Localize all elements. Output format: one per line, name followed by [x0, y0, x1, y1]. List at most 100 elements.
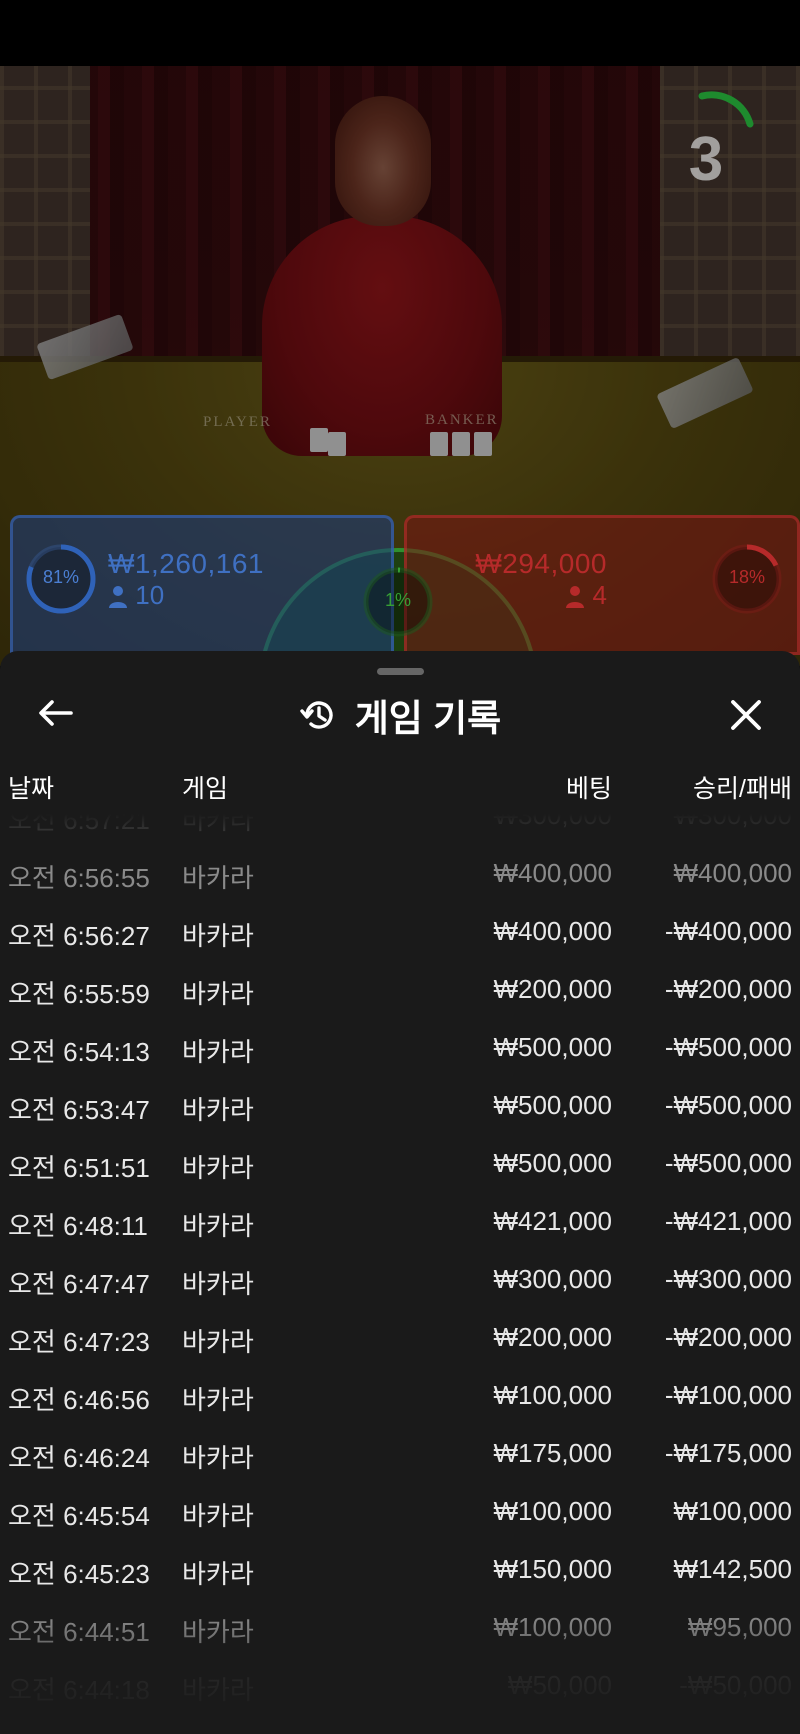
- history-result: -₩175,000: [664, 1438, 792, 1468]
- history-bet: ₩300,000: [493, 1264, 612, 1294]
- history-bet: ₩200,000: [493, 974, 612, 1004]
- player-bettor-count: 10: [108, 580, 164, 611]
- history-result: -₩500,000: [664, 1032, 792, 1062]
- history-game: 바카라: [182, 863, 254, 893]
- tie-percent-ring: 1%: [362, 566, 434, 638]
- history-result: -₩100,000: [664, 1380, 792, 1410]
- player-percent: 81%: [42, 567, 80, 587]
- history-result: -₩500,000: [664, 1090, 792, 1120]
- history-game: 바카라: [182, 1327, 254, 1357]
- drag-handle[interactable]: [377, 668, 424, 675]
- history-bet: ₩100,000: [493, 1380, 612, 1410]
- history-game: 바카라: [182, 1559, 254, 1589]
- banker-bet-area[interactable]: ₩294,000 4 18%: [404, 515, 800, 655]
- history-game: 바카라: [182, 979, 254, 1009]
- history-bet: ₩150,000: [493, 1554, 612, 1584]
- history-game: 바카라: [182, 1385, 254, 1415]
- history-table-header: 날짜 게임 베팅 승리/패배: [0, 769, 800, 809]
- person-icon: [109, 586, 127, 609]
- history-date: 오전 6:45:54: [8, 1501, 150, 1531]
- history-row: 오전 6:48:11 바카라 ₩421,000 -₩421,000: [0, 1194, 800, 1252]
- close-icon: [731, 700, 761, 730]
- history-row: 오전 6:47:47 바카라 ₩300,000 -₩300,000: [0, 1252, 800, 1310]
- history-date: 오전 6:56:27: [8, 921, 150, 951]
- history-row: 오전 6:45:23 바카라 ₩150,000 ₩142,500: [0, 1542, 800, 1600]
- arrow-left-icon: [39, 700, 73, 726]
- tie-percent: 1%: [384, 590, 411, 610]
- history-result: ₩400,000: [673, 858, 792, 888]
- column-header-date: 날짜: [8, 775, 55, 803]
- history-date: 오전 6:51:51: [8, 1153, 150, 1183]
- history-row: 오전 6:56:55 바카라 ₩400,000 ₩400,000: [0, 846, 800, 904]
- game-history-sheet: 게임 기록 날짜 게임 베팅 승리/패배 오전 6:57:21바카라₩300,0…: [0, 651, 800, 1734]
- history-icon: [300, 701, 333, 729]
- history-game: 바카라: [182, 1501, 254, 1531]
- history-date: 오전 6:56:55: [8, 863, 150, 893]
- history-table-body[interactable]: 오전 6:57:21바카라₩300,000₩300,000오전 6:56:55바…: [0, 814, 800, 1734]
- history-result: -₩300,000: [664, 1264, 792, 1294]
- history-row: 오전 6:51:51 바카라 ₩500,000 -₩500,000: [0, 1136, 800, 1194]
- history-date: 오전 6:53:47: [8, 1095, 150, 1125]
- player-count-value: 10: [135, 580, 165, 610]
- history-bet: ₩500,000: [493, 1148, 612, 1178]
- history-result: -₩400,000: [664, 916, 792, 946]
- countdown-timer: 3: [676, 90, 756, 194]
- history-game: 바카라: [182, 921, 254, 951]
- history-bet: ₩500,000: [493, 1032, 612, 1062]
- banker-percent: 18%: [728, 567, 766, 587]
- history-game: 바카라: [182, 1037, 254, 1067]
- history-date: 오전 6:54:13: [8, 1037, 150, 1067]
- history-game: 바카라: [182, 1211, 254, 1241]
- countdown-number: 3: [688, 125, 724, 194]
- history-game: 바카라: [182, 1153, 254, 1183]
- history-bet: ₩175,000: [493, 1438, 612, 1468]
- history-result: -₩500,000: [664, 1148, 792, 1178]
- history-bet: ₩200,000: [493, 1322, 612, 1352]
- banker-total-amount: ₩294,000: [475, 548, 607, 579]
- history-bet: ₩100,000: [493, 1496, 612, 1526]
- history-row: 오전 6:46:24 바카라 ₩175,000 -₩175,000: [0, 1426, 800, 1484]
- history-date: 오전 6:46:56: [8, 1385, 150, 1415]
- history-game: 바카라: [182, 1095, 254, 1125]
- scroll-fade-top: [0, 814, 800, 844]
- sheet-title-text: 게임 기록: [354, 698, 502, 739]
- column-header-result: 승리/패배: [693, 775, 792, 803]
- history-result: -₩200,000: [664, 974, 792, 1004]
- history-date: 오전 6:45:23: [8, 1559, 150, 1589]
- column-header-game: 게임: [182, 775, 229, 803]
- history-game: 바카라: [182, 1443, 254, 1473]
- history-bet: ₩400,000: [493, 916, 612, 946]
- column-header-bet: 베팅: [565, 775, 612, 803]
- history-bet: ₩400,000: [493, 858, 612, 888]
- history-date: 오전 6:47:47: [8, 1269, 150, 1299]
- history-date: 오전 6:48:11: [8, 1211, 148, 1241]
- history-row: 오전 6:47:23 바카라 ₩200,000 -₩200,000: [0, 1310, 800, 1368]
- history-row: 오전 6:56:27 바카라 ₩400,000 -₩400,000: [0, 904, 800, 962]
- history-result: ₩100,000: [673, 1496, 792, 1526]
- history-bet: ₩500,000: [493, 1090, 612, 1120]
- close-button[interactable]: [722, 691, 770, 739]
- history-bet: ₩421,000: [493, 1206, 612, 1236]
- back-button[interactable]: [34, 691, 78, 735]
- person-icon: [566, 586, 585, 609]
- history-game: 바카라: [182, 1269, 254, 1299]
- banker-count-value: 4: [592, 580, 607, 610]
- history-result: -₩200,000: [664, 1322, 792, 1352]
- player-percent-ring: 81%: [25, 543, 97, 615]
- history-date: 오전 6:47:23: [8, 1327, 150, 1357]
- history-row: 오전 6:45:54 바카라 ₩100,000 ₩100,000: [0, 1484, 800, 1542]
- banker-bettor-count: 4: [565, 580, 607, 611]
- history-row: 오전 6:55:59 바카라 ₩200,000 -₩200,000: [0, 962, 800, 1020]
- history-date: 오전 6:46:24: [8, 1443, 150, 1473]
- history-result: ₩142,500: [673, 1554, 792, 1584]
- player-bet-area[interactable]: 81% ₩1,260,161 10: [10, 515, 394, 655]
- history-result: -₩421,000: [664, 1206, 792, 1236]
- status-bar: [0, 0, 800, 66]
- sheet-title: 게임 기록: [0, 691, 800, 739]
- history-date: 오전 6:55:59: [8, 979, 150, 1009]
- history-row: 오전 6:54:13 바카라 ₩500,000 -₩500,000: [0, 1020, 800, 1078]
- history-row: 오전 6:53:47 바카라 ₩500,000 -₩500,000: [0, 1078, 800, 1136]
- player-total-amount: ₩1,260,161: [108, 548, 264, 579]
- scroll-fade-bottom: [0, 1614, 800, 1734]
- history-row: 오전 6:46:56 바카라 ₩100,000 -₩100,000: [0, 1368, 800, 1426]
